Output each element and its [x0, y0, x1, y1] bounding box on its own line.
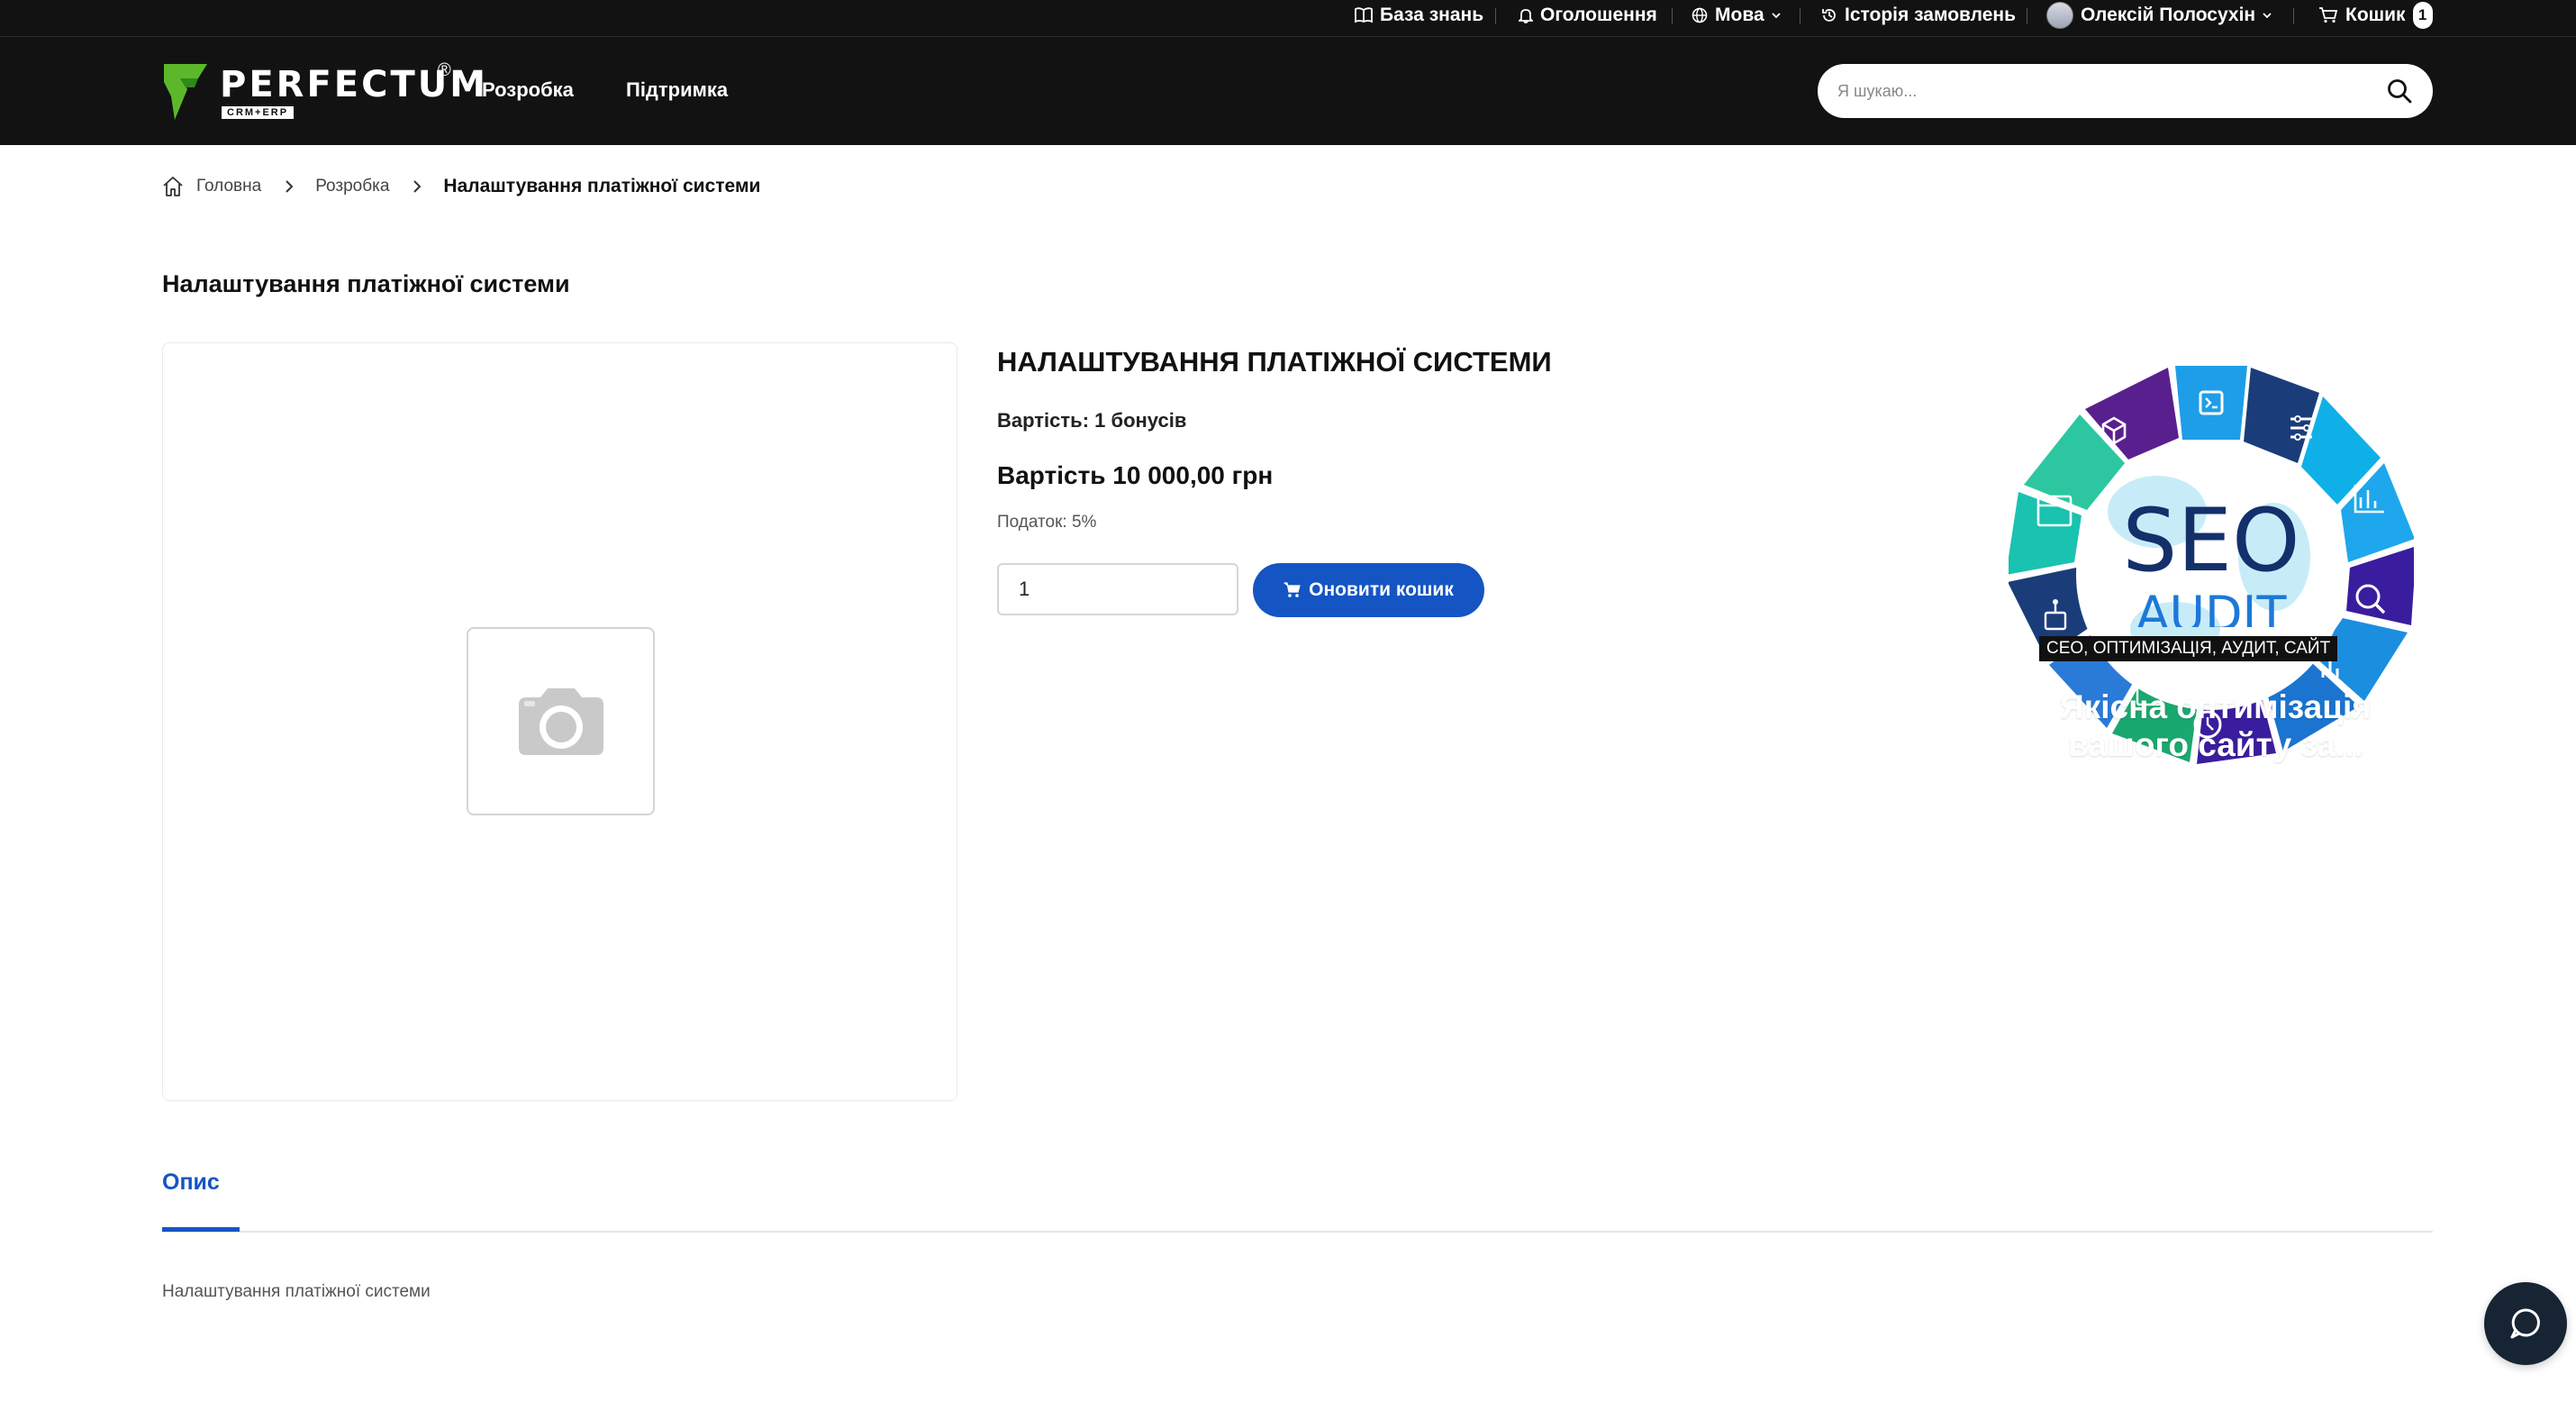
nav-support[interactable]: Підтримка	[626, 78, 728, 102]
breadcrumb: Головна Розробка Налаштування платіжної …	[162, 172, 760, 201]
chevron-right-icon	[413, 180, 422, 193]
search-icon[interactable]	[2386, 77, 2413, 105]
product-tax: Податок: 5%	[997, 513, 1097, 532]
quantity-input[interactable]	[997, 563, 1238, 615]
breadcrumb-home-label: Головна	[196, 177, 262, 196]
language-selector[interactable]: Мова	[1692, 0, 1781, 31]
camera-icon	[519, 688, 603, 755]
product-name: НАЛАШТУВАННЯ ПЛАТІЖНОЇ СИСТЕМИ	[997, 346, 1552, 378]
audit-text: AUDIT	[2136, 586, 2287, 627]
description-text: Налаштування платіжної системи	[162, 1282, 431, 1301]
search-input[interactable]	[1837, 75, 2360, 107]
globe-icon	[1692, 7, 1708, 23]
bell-icon	[1519, 9, 1533, 23]
main-header: PERFECTUM CRM+ERP ® Розробка Підтримка	[0, 37, 2576, 145]
active-tab-indicator	[162, 1227, 240, 1232]
chat-bubble-icon	[2510, 1308, 2540, 1339]
breadcrumb-home[interactable]: Головна	[162, 176, 261, 197]
avatar	[2046, 2, 2073, 29]
page-title: Налаштування платіжної системи	[162, 270, 570, 297]
cart-icon	[1283, 582, 1301, 597]
divider	[2293, 8, 2294, 24]
logo-subtitle: CRM+ERP	[222, 106, 295, 119]
logo-registered-mark: ®	[438, 60, 451, 80]
cart-link[interactable]: Кошик 1	[2318, 0, 2433, 31]
language-label: Мова	[1715, 5, 1764, 25]
update-cart-button[interactable]: Оновити кошик	[1253, 563, 1484, 617]
image-placeholder	[467, 627, 655, 815]
promo-tag: СЕО, ОПТИМІЗАЦІЯ, АУДИТ, САЙТ	[2039, 636, 2338, 661]
divider	[1495, 8, 1496, 24]
product-price: Вартість 10 000,00 грн	[997, 461, 1274, 489]
order-history-label: Історія замовлень	[1845, 5, 2016, 25]
chevron-right-icon	[286, 180, 294, 193]
book-icon	[1355, 7, 1373, 23]
perfectum-logo-mark-icon	[164, 64, 207, 120]
promo-headline-line-1: Якісна оптимізація	[2060, 688, 2372, 725]
seo-text: SEO	[2122, 490, 2300, 591]
promo-headline-line-2: вашого сайту за...	[2068, 726, 2363, 763]
seo-audit-promo[interactable]: SEO AUDIT СЕО, ОПТИМІЗАЦІЯ, АУДИТ, САЙТ …	[2009, 342, 2414, 802]
cart-icon	[2319, 7, 2338, 23]
chevron-down-icon	[2263, 13, 2272, 19]
breadcrumb-category[interactable]: Розробка	[315, 177, 389, 196]
divider	[1672, 8, 1673, 24]
tab-divider	[162, 1231, 2433, 1233]
announcements-link[interactable]: Оголошення	[1519, 0, 1657, 31]
user-name: Олексій Полосухін	[2081, 5, 2256, 25]
tab-description[interactable]: Опис	[162, 1170, 220, 1196]
knowledge-base-label: База знань	[1380, 5, 1484, 25]
update-cart-label: Оновити кошик	[1309, 579, 1454, 600]
perfectum-logo[interactable]: PERFECTUM CRM+ERP ®	[162, 60, 485, 123]
breadcrumb-current: Налаштування платіжної системи	[443, 176, 761, 196]
history-icon	[1822, 9, 1836, 22]
product-image-frame	[162, 342, 957, 1101]
top-utility-bar: База знань Оголошення Мова Історія замов…	[0, 0, 2576, 37]
cart-label: Кошик	[2345, 5, 2406, 25]
chat-button[interactable]	[2484, 1282, 2567, 1365]
cart-count-badge: 1	[2412, 2, 2433, 29]
chevron-down-icon	[1772, 13, 1781, 19]
announcements-label: Оголошення	[1540, 5, 1657, 25]
home-icon	[163, 177, 183, 196]
product-bonus-cost: Вартість: 1 бонусів	[997, 409, 1187, 432]
search-bar	[1818, 64, 2433, 118]
user-menu[interactable]: Олексій Полосухін	[2046, 0, 2272, 31]
order-history-link[interactable]: Історія замовлень	[1821, 0, 2016, 31]
promo-headline: Якісна оптимізація вашого сайту за...	[2027, 688, 2405, 764]
nav-development[interactable]: Розробка	[482, 78, 574, 102]
knowledge-base-link[interactable]: База знань	[1355, 0, 1483, 31]
